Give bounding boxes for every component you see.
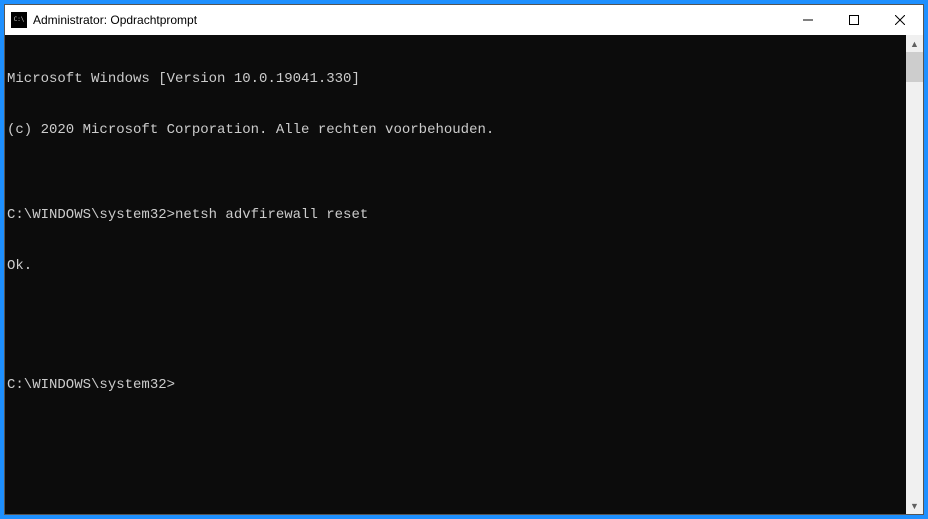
scroll-thumb[interactable] xyxy=(906,52,923,82)
titlebar[interactable]: Administrator: Opdrachtprompt xyxy=(5,5,923,35)
close-button[interactable] xyxy=(877,5,923,35)
terminal-line: C:\WINDOWS\system32>netsh advfirewall re… xyxy=(7,207,906,224)
vertical-scrollbar[interactable]: ▲ ▼ xyxy=(906,35,923,514)
window-title: Administrator: Opdrachtprompt xyxy=(33,13,785,27)
minimize-icon xyxy=(803,15,813,25)
terminal-line: Ok. xyxy=(7,258,906,275)
maximize-button[interactable] xyxy=(831,5,877,35)
close-icon xyxy=(895,15,905,25)
chevron-up-icon: ▲ xyxy=(910,39,919,49)
minimize-button[interactable] xyxy=(785,5,831,35)
command-prompt-window: Administrator: Opdrachtprompt Microsoft … xyxy=(4,4,924,515)
terminal-output[interactable]: Microsoft Windows [Version 10.0.19041.33… xyxy=(5,35,906,514)
scroll-up-button[interactable]: ▲ xyxy=(906,35,923,52)
window-controls xyxy=(785,5,923,35)
terminal-prompt-line: C:\WINDOWS\system32> xyxy=(7,377,906,394)
scroll-down-button[interactable]: ▼ xyxy=(906,497,923,514)
terminal-line: (c) 2020 Microsoft Corporation. Alle rec… xyxy=(7,122,906,139)
app-icon xyxy=(11,12,27,28)
maximize-icon xyxy=(849,15,859,25)
client-area: Microsoft Windows [Version 10.0.19041.33… xyxy=(5,35,923,514)
terminal-line: Microsoft Windows [Version 10.0.19041.33… xyxy=(7,71,906,88)
chevron-down-icon: ▼ xyxy=(910,501,919,511)
scroll-track[interactable] xyxy=(906,52,923,497)
